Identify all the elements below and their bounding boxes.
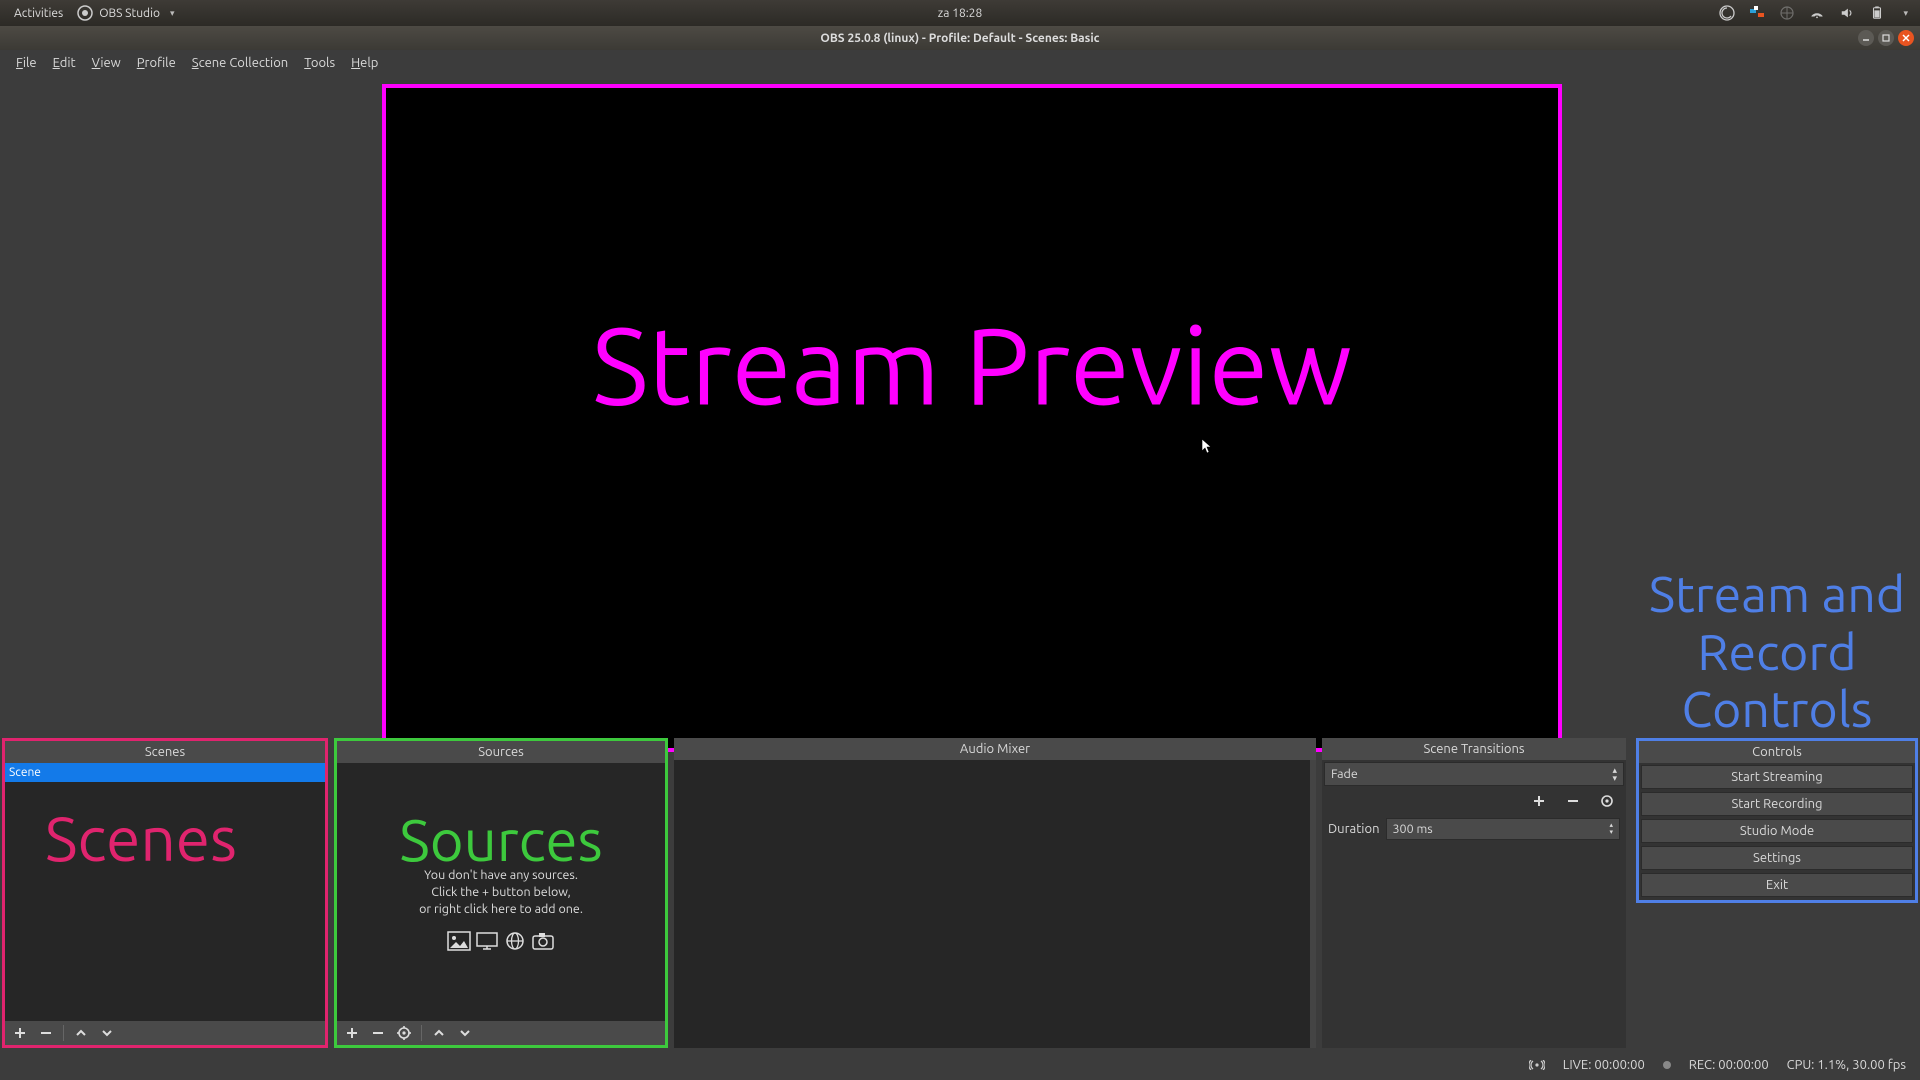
- app-menu-label: OBS Studio: [99, 7, 160, 20]
- move-scene-up-button[interactable]: [70, 1023, 92, 1043]
- sources-type-icons: [447, 931, 555, 951]
- remove-source-button[interactable]: [367, 1023, 389, 1043]
- preview-overlay-label: Stream Preview: [592, 305, 1352, 426]
- move-source-up-button[interactable]: [428, 1023, 450, 1043]
- camera-source-icon: [531, 931, 555, 951]
- transition-duration-label: Duration: [1328, 822, 1380, 836]
- system-menu-chevron-icon[interactable]: ▾: [1903, 8, 1908, 19]
- cpu-status: CPU: 1.1%, 30.00 fps: [1787, 1058, 1906, 1072]
- controls-dock: Controls Start Streaming Start Recording…: [1636, 738, 1918, 903]
- settings-button[interactable]: Settings: [1641, 846, 1913, 870]
- chevron-down-icon: ▾: [170, 8, 175, 19]
- live-status: LIVE: 00:00:00: [1563, 1058, 1645, 1072]
- add-scene-button[interactable]: [9, 1023, 31, 1043]
- menu-edit[interactable]: Edit: [45, 56, 84, 70]
- activities-button[interactable]: Activities: [14, 7, 63, 20]
- sources-help-text: You don't have any sources. Click the + …: [337, 867, 665, 918]
- add-source-button[interactable]: [341, 1023, 363, 1043]
- controls-dock-header[interactable]: Controls: [1639, 741, 1915, 763]
- audio-mixer-dock-header[interactable]: Audio Mixer: [674, 738, 1316, 760]
- content-area: Stream Preview Stream and Record Control…: [0, 76, 1920, 1050]
- status-bar: LIVE: 00:00:00 REC: 00:00:00 CPU: 1.1%, …: [0, 1050, 1920, 1080]
- menu-profile[interactable]: Profile: [129, 56, 184, 70]
- menu-tools[interactable]: Tools: [296, 56, 343, 70]
- transition-duration-value: 300 ms: [1393, 822, 1433, 836]
- scene-list-item[interactable]: Scene: [5, 763, 325, 782]
- window-close-button[interactable]: [1898, 30, 1914, 46]
- menu-view[interactable]: View: [84, 56, 129, 70]
- studio-mode-button[interactable]: Studio Mode: [1641, 819, 1913, 843]
- scenes-dock: Scenes Scene Scenes: [2, 738, 328, 1048]
- tray-obs-icon[interactable]: [1719, 5, 1735, 21]
- sources-dock-header[interactable]: Sources: [337, 741, 665, 763]
- battery-icon[interactable]: [1869, 5, 1885, 21]
- window-maximize-button[interactable]: [1878, 30, 1894, 46]
- scene-transitions-dock-header[interactable]: Scene Transitions: [1322, 738, 1626, 760]
- start-recording-button[interactable]: Start Recording: [1641, 792, 1913, 816]
- source-properties-button[interactable]: [393, 1023, 415, 1043]
- remove-transition-button[interactable]: [1562, 791, 1584, 811]
- stream-preview[interactable]: Stream Preview: [382, 84, 1562, 752]
- chevron-updown-icon: ▴▾: [1612, 766, 1617, 782]
- scene-transitions-dock: Scene Transitions Fade ▴▾ Duration 300 m…: [1322, 738, 1626, 1048]
- menu-file[interactable]: File: [8, 56, 45, 70]
- dock-row: Scenes Scene Scenes Sources Sources You …: [2, 738, 1918, 1048]
- window-title: OBS 25.0.8 (linux) - Profile: Default - …: [820, 32, 1099, 45]
- add-transition-button[interactable]: [1528, 791, 1550, 811]
- tray-app-icon[interactable]: [1749, 5, 1765, 21]
- network-icon[interactable]: [1809, 5, 1825, 21]
- scenes-dock-header[interactable]: Scenes: [5, 741, 325, 763]
- scenes-overlay-label: Scenes: [45, 803, 237, 873]
- menu-bar: File Edit View Profile Scene Collection …: [0, 50, 1920, 76]
- sources-dock: Sources Sources You don't have any sourc…: [334, 738, 668, 1048]
- sources-overlay-label: Sources: [399, 807, 602, 872]
- display-source-icon: [475, 931, 499, 951]
- transition-select[interactable]: Fade ▴▾: [1324, 762, 1624, 786]
- transition-select-value: Fade: [1331, 767, 1358, 781]
- remove-scene-button[interactable]: [35, 1023, 57, 1043]
- app-menu[interactable]: OBS Studio ▾: [77, 5, 174, 21]
- window-minimize-button[interactable]: [1858, 30, 1874, 46]
- rec-status: REC: 00:00:00: [1689, 1058, 1769, 1072]
- obs-app-icon: [77, 5, 93, 21]
- transition-duration-spinner[interactable]: 300 ms ▴▾: [1386, 818, 1621, 840]
- image-source-icon: [447, 931, 471, 951]
- controls-overlay-label: Stream and Record Controls: [1642, 566, 1912, 739]
- record-status-icon: [1663, 1061, 1671, 1069]
- transition-properties-button[interactable]: [1596, 791, 1618, 811]
- move-scene-down-button[interactable]: [96, 1023, 118, 1043]
- menu-scene-collection[interactable]: Scene Collection: [184, 56, 296, 70]
- move-source-down-button[interactable]: [454, 1023, 476, 1043]
- sources-toolbar: [337, 1021, 665, 1045]
- volume-icon[interactable]: [1839, 5, 1855, 21]
- menu-help[interactable]: Help: [343, 56, 386, 70]
- window-title-bar: OBS 25.0.8 (linux) - Profile: Default - …: [0, 26, 1920, 50]
- audio-mixer-dock: Audio Mixer: [674, 738, 1316, 1048]
- mouse-cursor-icon: [1201, 438, 1213, 454]
- stream-status-icon: [1529, 1060, 1545, 1070]
- clock[interactable]: za 18:28: [938, 7, 982, 20]
- exit-button[interactable]: Exit: [1641, 873, 1913, 897]
- start-streaming-button[interactable]: Start Streaming: [1641, 765, 1913, 789]
- browser-source-icon: [503, 931, 527, 951]
- spinner-arrows-icon: ▴▾: [1609, 822, 1613, 836]
- scenes-toolbar: [5, 1021, 325, 1045]
- desktop-top-bar: Activities OBS Studio ▾ za 18:28 ▾: [0, 0, 1920, 26]
- tray-globe-icon[interactable]: [1779, 5, 1795, 21]
